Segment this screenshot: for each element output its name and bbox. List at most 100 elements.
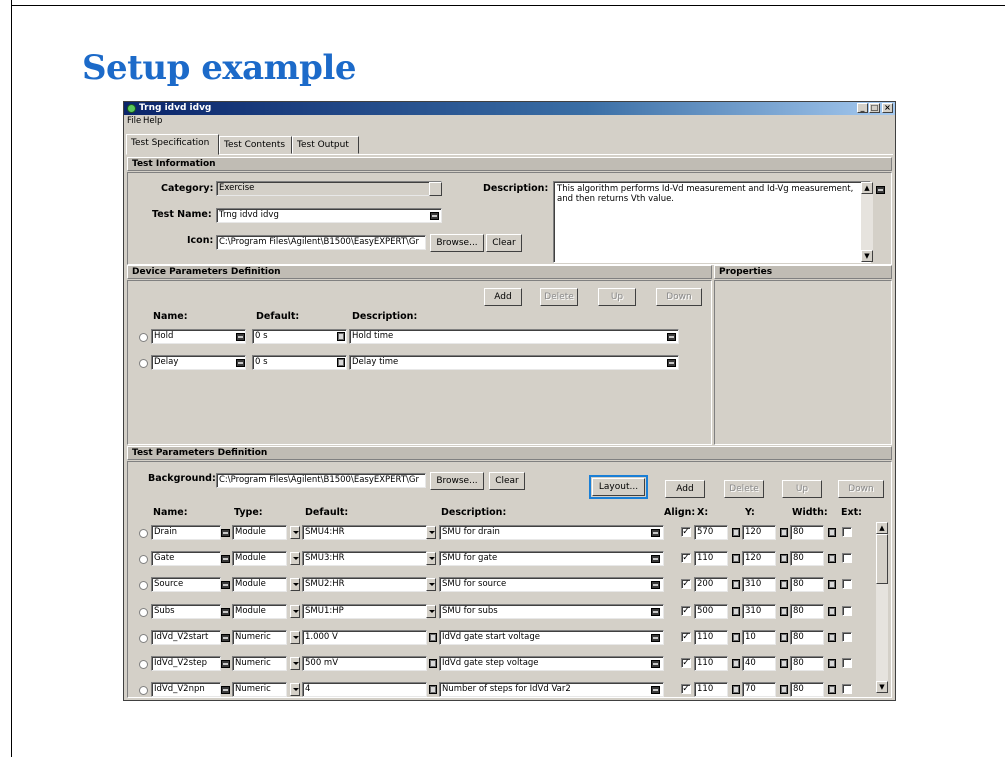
title-bar[interactable]: Trng idvd idvg _ □ ×	[124, 102, 895, 115]
test-type-field[interactable]: Numeric	[232, 630, 287, 645]
width-field[interactable]: 80	[790, 551, 824, 566]
calculator-icon[interactable]	[732, 685, 740, 694]
y-field[interactable]: 120	[742, 551, 776, 566]
row-select-radio[interactable]	[139, 581, 148, 590]
chevron-down-icon[interactable]	[426, 578, 436, 591]
y-field[interactable]: 120	[742, 525, 776, 540]
test-name-field[interactable]: Subs	[151, 604, 221, 619]
ext-checkbox[interactable]	[842, 658, 852, 668]
description-scrollbar[interactable]: ▲ ▼	[861, 182, 873, 262]
test-name-field[interactable]: Drain	[151, 525, 221, 540]
test-down-button[interactable]: Down	[838, 480, 884, 498]
icon-path-field[interactable]: C:\Program Files\Agilent\B1500\EasyEXPER…	[216, 235, 426, 250]
chevron-down-icon[interactable]	[290, 526, 300, 539]
test-default-field[interactable]: SMU3:HR	[302, 551, 427, 566]
ext-checkbox[interactable]	[842, 553, 852, 563]
test-name-field[interactable]: Gate	[151, 551, 221, 566]
maximize-button[interactable]: □	[869, 103, 880, 113]
scroll-up-icon[interactable]: ▲	[861, 182, 873, 194]
x-field[interactable]: 110	[694, 682, 728, 697]
background-clear-button[interactable]: Clear	[489, 472, 525, 490]
chevron-down-icon[interactable]	[426, 552, 436, 565]
test-default-field[interactable]: SMU2:HR	[302, 577, 427, 592]
test-default-field[interactable]: 500 mV	[302, 656, 427, 671]
row-select-radio[interactable]	[139, 686, 148, 695]
test-up-button[interactable]: Up	[782, 480, 822, 498]
x-field[interactable]: 570	[694, 525, 728, 540]
background-browse-button[interactable]: Browse...	[430, 472, 484, 490]
test-description-field[interactable]: Number of steps for IdVd Var2	[439, 682, 664, 697]
calculator-icon[interactable]	[780, 554, 788, 563]
width-field[interactable]: 80	[790, 577, 824, 592]
align-checkbox[interactable]: ✓	[681, 606, 691, 616]
calculator-icon[interactable]	[828, 580, 836, 589]
keyboard-icon[interactable]	[221, 686, 230, 694]
test-delete-button[interactable]: Delete	[724, 480, 764, 498]
keyboard-icon[interactable]	[430, 212, 439, 220]
keyboard-icon[interactable]	[236, 359, 245, 367]
test-default-field[interactable]: 1.000 V	[302, 630, 427, 645]
width-field[interactable]: 80	[790, 525, 824, 540]
device-name-field[interactable]: Delay	[151, 355, 246, 370]
test-name-field[interactable]: Source	[151, 577, 221, 592]
y-field[interactable]: 310	[742, 604, 776, 619]
calculator-icon[interactable]	[732, 633, 740, 642]
minimize-button[interactable]: _	[857, 103, 868, 113]
row-select-radio[interactable]	[139, 660, 148, 669]
keyboard-icon[interactable]	[221, 555, 230, 563]
chevron-down-icon[interactable]	[290, 657, 300, 670]
test-description-field[interactable]: SMU for subs	[439, 604, 664, 619]
close-button[interactable]: ×	[882, 103, 893, 113]
calculator-icon[interactable]	[337, 358, 345, 367]
keyboard-icon[interactable]	[236, 333, 245, 341]
keyboard-icon[interactable]	[651, 686, 660, 694]
keyboard-icon[interactable]	[651, 634, 660, 642]
icon-browse-button[interactable]: Browse...	[430, 234, 484, 252]
keyboard-icon[interactable]	[651, 608, 660, 616]
test-add-button[interactable]: Add	[665, 480, 705, 498]
keyboard-icon[interactable]	[221, 581, 230, 589]
align-checkbox[interactable]: ✓	[681, 632, 691, 642]
align-checkbox[interactable]: ✓	[681, 527, 691, 537]
chevron-down-icon[interactable]	[290, 683, 300, 696]
align-checkbox[interactable]: ✓	[681, 684, 691, 694]
test-description-field[interactable]: IdVd gate step voltage	[439, 656, 664, 671]
y-field[interactable]: 40	[742, 656, 776, 671]
width-field[interactable]: 80	[790, 656, 824, 671]
row-select-radio[interactable]	[139, 359, 148, 368]
chevron-down-icon[interactable]	[290, 631, 300, 644]
keyboard-icon[interactable]	[221, 660, 230, 668]
calculator-icon[interactable]	[780, 659, 788, 668]
calculator-icon[interactable]	[429, 659, 437, 668]
test-name-field[interactable]: IdVd_V2npn	[151, 682, 221, 697]
calculator-icon[interactable]	[828, 528, 836, 537]
test-description-field[interactable]: SMU for drain	[439, 525, 664, 540]
row-select-radio[interactable]	[139, 608, 148, 617]
chevron-down-icon[interactable]	[426, 526, 436, 539]
align-checkbox[interactable]: ✓	[681, 658, 691, 668]
y-field[interactable]: 310	[742, 577, 776, 592]
test-name-field[interactable]: Trng idvd idvg	[216, 208, 442, 223]
test-default-field[interactable]: SMU4:HR	[302, 525, 427, 540]
scroll-down-icon[interactable]: ▼	[876, 681, 888, 693]
keyboard-icon[interactable]	[651, 581, 660, 589]
device-up-button[interactable]: Up	[598, 288, 636, 306]
keyboard-icon[interactable]	[221, 634, 230, 642]
device-name-field[interactable]: Hold	[151, 329, 246, 344]
keyboard-icon[interactable]	[651, 660, 660, 668]
keyboard-icon[interactable]	[667, 359, 676, 367]
width-field[interactable]: 80	[790, 682, 824, 697]
keyboard-icon[interactable]	[221, 608, 230, 616]
y-field[interactable]: 70	[742, 682, 776, 697]
test-parameters-scrollbar[interactable]: ▲ ▼	[876, 522, 888, 693]
test-type-field[interactable]: Numeric	[232, 656, 287, 671]
scroll-up-icon[interactable]: ▲	[876, 522, 888, 534]
keyboard-icon[interactable]	[667, 333, 676, 341]
ext-checkbox[interactable]	[842, 579, 852, 589]
device-add-button[interactable]: Add	[484, 288, 522, 306]
description-textarea[interactable]: This algorithm performs Id-Vd measuremen…	[553, 181, 871, 263]
test-default-field[interactable]: 4	[302, 682, 427, 697]
device-down-button[interactable]: Down	[656, 288, 702, 306]
calculator-icon[interactable]	[828, 685, 836, 694]
calculator-icon[interactable]	[732, 554, 740, 563]
